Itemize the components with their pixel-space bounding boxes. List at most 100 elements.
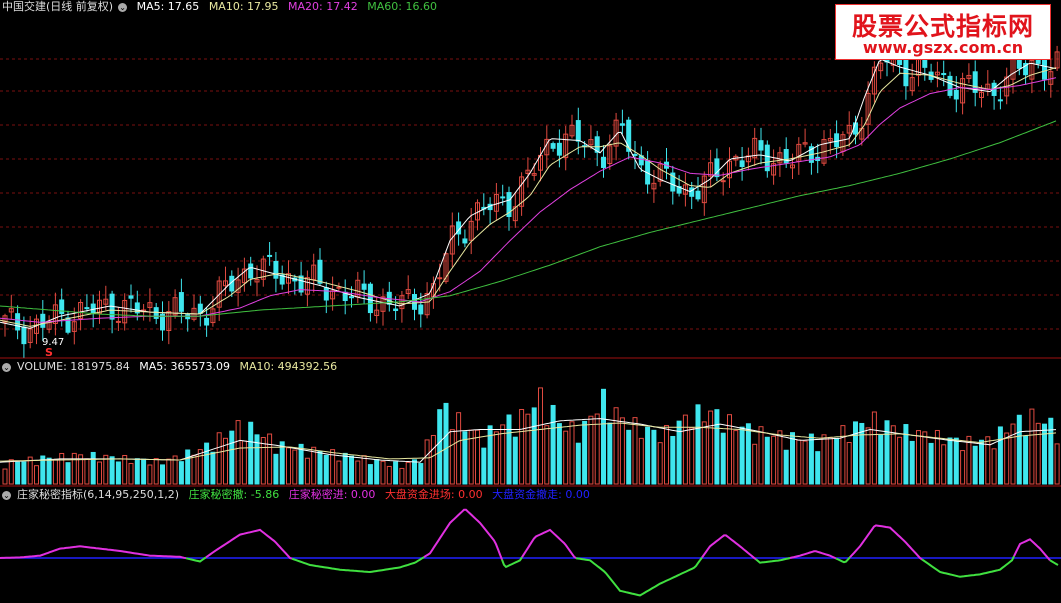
volume-bar: [569, 421, 575, 485]
volume-bar: [160, 464, 165, 485]
candle-body: [178, 292, 184, 312]
volume-bar: [953, 437, 959, 485]
candle-body: [336, 286, 342, 289]
volume-bar: [147, 464, 153, 485]
volume-bar: [166, 458, 172, 485]
candle-body: [40, 313, 46, 328]
volume-bar: [531, 407, 537, 485]
volume-bar: [298, 443, 304, 485]
volume-bar: [834, 437, 840, 485]
ma-line-ma5: [0, 59, 1057, 329]
settings-circle-icon[interactable]: ⌄: [118, 2, 128, 12]
volume-bar: [632, 417, 638, 485]
volume-bar: [827, 437, 833, 485]
volume-bar: [248, 421, 254, 485]
volume-bar: [399, 467, 405, 485]
volume-bar: [355, 460, 361, 485]
candle-body: [418, 304, 424, 315]
volume-bar: [1054, 443, 1060, 485]
candle-body: [273, 260, 279, 279]
indicator-lines: [0, 508, 1061, 597]
candle-body: [367, 283, 373, 314]
volume-bar: [525, 413, 531, 485]
candle-body: [361, 283, 367, 290]
volume-bar: [903, 424, 909, 485]
volume-bar: [941, 444, 947, 485]
volume-bar: [689, 427, 695, 485]
volume-bar: [1042, 423, 1047, 485]
volume-bar: [544, 425, 550, 485]
volume-bar: [619, 417, 625, 485]
volume-bar: [991, 448, 997, 485]
volume-bar: [317, 450, 323, 485]
volume-bar: [1048, 417, 1054, 485]
volume-bar: [733, 430, 739, 485]
volume-bar: [922, 431, 928, 485]
ma60-label: MA60: 16.60: [367, 0, 437, 13]
volume-bar: [840, 425, 846, 485]
volume-bar: [430, 434, 436, 485]
volume-bar: [197, 449, 203, 485]
indicator-line-in: [849, 524, 923, 561]
volume-bar: [456, 412, 462, 485]
volume-bar: [846, 442, 852, 485]
candle-body: [695, 190, 701, 200]
indicator-settings-circle-icon[interactable]: ⌄: [2, 490, 11, 500]
indicator-line-out: [921, 555, 1015, 578]
volume-bar: [512, 436, 518, 485]
volume-bar: [386, 465, 392, 485]
volume-bar: [134, 458, 140, 485]
candle-body: [84, 307, 90, 310]
watermark-url: www.gszx.com.cn: [862, 38, 1024, 57]
stock-title[interactable]: 中国交建(日线 前复权): [2, 0, 113, 13]
volume-bar: [972, 445, 978, 485]
volume-bar: [65, 462, 71, 485]
volume-bar: [342, 452, 348, 485]
indicator-line-in: [521, 528, 577, 559]
volume-bar: [1029, 408, 1035, 485]
candle-body: [1035, 58, 1041, 64]
stock-chart: 9.47 S: [0, 39, 1061, 597]
volume-bar: [815, 451, 821, 485]
volume-bar: [336, 460, 342, 485]
ma10-label: MA10: 17.95: [208, 0, 279, 13]
volume-bar: [701, 421, 707, 485]
volume-bar: [916, 430, 921, 485]
volume-settings-circle-icon[interactable]: ⌄: [2, 362, 11, 372]
volume-bar: [361, 455, 367, 485]
volume-bar: [802, 440, 808, 485]
volume-bar: [273, 453, 279, 485]
indicator-l2: 庄家秘密进: 0.00: [288, 488, 376, 501]
indicator-line-in: [205, 528, 293, 560]
volume-bar: [84, 458, 90, 485]
candlestick-series[interactable]: [2, 39, 1060, 358]
candle-body: [556, 142, 562, 156]
volume-bar: [178, 461, 184, 485]
ma-line-ma60: [0, 120, 1057, 317]
volume-bar: [563, 430, 569, 485]
volume-bar: [46, 457, 52, 485]
volume-bar: [878, 434, 884, 485]
volume-bar: [115, 461, 121, 485]
ma-line-ma20: [0, 77, 1057, 323]
candle-body: [462, 238, 468, 244]
candle-body: [947, 75, 953, 96]
volume-bars[interactable]: [2, 387, 1060, 485]
volume-bar: [286, 447, 291, 485]
volume-bar: [720, 432, 726, 485]
candle-body: [834, 133, 840, 148]
volume-bar: [71, 452, 77, 485]
candle-body: [941, 73, 947, 76]
indicator-line-out: [575, 556, 703, 597]
volume-bar: [1023, 435, 1029, 485]
volume-bar: [997, 426, 1003, 485]
volume-bar: [771, 435, 777, 485]
watermark-logo: 股票公式指标网 www.gszx.com.cn: [835, 4, 1051, 60]
volume-bar: [8, 459, 14, 485]
volume-bar: [109, 456, 115, 485]
volume-bar: [575, 442, 581, 485]
volume-bar: [865, 427, 871, 485]
volume-bar: [626, 429, 632, 485]
volume-bar: [821, 434, 827, 485]
indicator-title[interactable]: 庄家秘密指标(6,14,95,250,1,2): [17, 488, 179, 501]
